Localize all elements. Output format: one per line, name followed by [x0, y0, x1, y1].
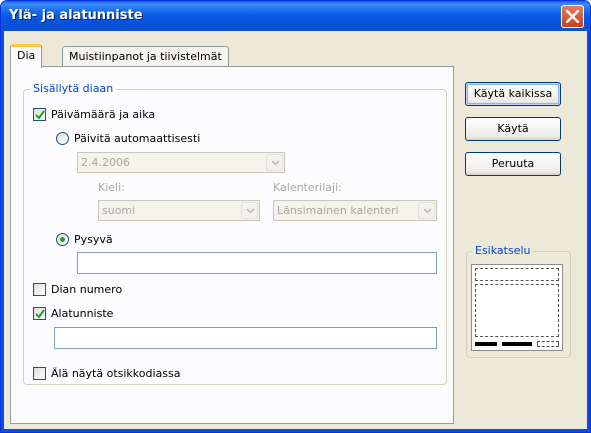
footer-label[interactable]: Alatunniste [51, 307, 113, 320]
auto-update-label[interactable]: Päivitä automaattisesti [74, 132, 200, 145]
chevron-down-icon [423, 208, 432, 214]
calendar-label: Kalenterilaji: [273, 181, 342, 194]
cancel-button[interactable]: Peruuta [465, 152, 561, 176]
close-icon [566, 10, 579, 23]
close-button[interactable] [561, 5, 584, 28]
preview-body-placeholder [475, 284, 559, 337]
window-title: Ylä- ja alatunniste [9, 8, 143, 23]
tab-slide[interactable]: Dia [10, 44, 43, 68]
calendar-select[interactable]: Länsimainen kalenteri [273, 200, 437, 221]
preview-number-area [537, 341, 559, 347]
date-time-label[interactable]: Päivämäärä ja aika [51, 108, 155, 121]
checkmark-icon [35, 309, 45, 319]
calendar-value: Länsimainen kalenteri [277, 204, 399, 217]
tab-notes-handouts[interactable]: Muistiinpanot ja tiivistelmät [62, 46, 229, 68]
calendar-dropdown-button[interactable] [418, 202, 435, 219]
preview-footer-area [502, 342, 532, 346]
checkmark-icon [35, 110, 45, 120]
footer-checkbox[interactable] [33, 307, 46, 320]
fixed-label[interactable]: Pysyvä [74, 233, 113, 246]
tab-panel: Sisällytä diaan Päivämäärä ja aika Päivi… [10, 66, 454, 424]
fixed-date-input[interactable] [77, 252, 437, 274]
dialog-window: Ylä- ja alatunniste Dia Muistiinpanot ja… [0, 0, 591, 433]
auto-update-radio[interactable] [56, 132, 69, 145]
preview-group: Esikatselu [466, 244, 571, 358]
tab-slide-label: Dia [17, 49, 36, 62]
language-dropdown-button[interactable] [241, 202, 258, 219]
hide-on-title-checkbox[interactable] [33, 367, 46, 380]
date-time-checkbox[interactable] [33, 108, 46, 121]
tab-notes-handouts-label: Muistiinpanot ja tiivistelmät [69, 50, 222, 63]
preview-label: Esikatselu [473, 244, 533, 257]
radio-selected-dot [60, 237, 65, 242]
chevron-down-icon [246, 208, 255, 214]
preview-slide-thumbnail [471, 264, 563, 351]
slide-number-checkbox[interactable] [33, 283, 46, 296]
chevron-down-icon [271, 160, 280, 166]
slide-number-label[interactable]: Dian numero [51, 283, 122, 296]
language-value: suomi [102, 204, 136, 217]
language-select[interactable]: suomi [98, 200, 260, 221]
fixed-radio[interactable] [56, 233, 69, 246]
language-label: Kieli: [98, 181, 125, 194]
include-group-label: Sisällytä diaan [30, 82, 117, 95]
title-bar[interactable]: Ylä- ja alatunniste [1, 1, 590, 31]
date-format-select[interactable]: 2.4.2006 [77, 152, 285, 173]
footer-text-input[interactable] [54, 327, 437, 349]
preview-title-placeholder [475, 268, 559, 281]
apply-to-all-button[interactable]: Käytä kaikissa [465, 82, 561, 106]
preview-date-area [475, 342, 497, 346]
date-format-dropdown-button[interactable] [266, 154, 283, 171]
hide-on-title-label[interactable]: Älä näytä otsikkodiassa [51, 367, 180, 380]
date-format-value: 2.4.2006 [81, 156, 130, 169]
apply-button[interactable]: Käytä [465, 117, 561, 141]
